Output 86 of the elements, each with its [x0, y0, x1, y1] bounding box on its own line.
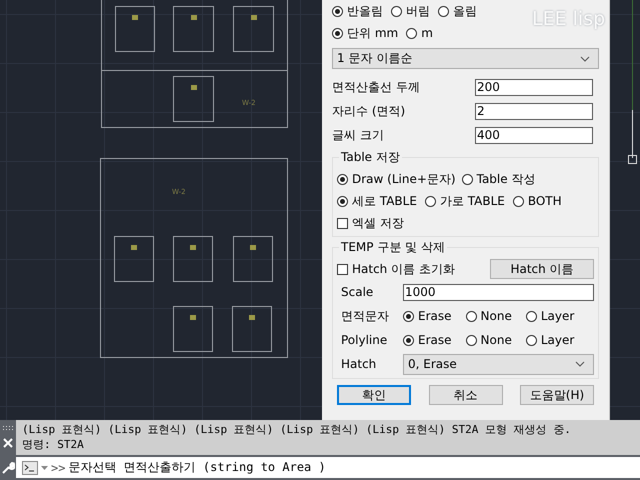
checkbox-label[interactable]: 엑셀 저장 — [352, 214, 404, 232]
radio-button[interactable] — [424, 196, 436, 206]
input-field[interactable]: 2 — [475, 102, 593, 120]
group-title: Table 저장 — [339, 149, 402, 166]
radio-label[interactable]: Erase — [418, 333, 452, 347]
radio-label[interactable]: Layer — [540, 333, 574, 347]
command-history-line: (Lisp 표현식) (Lisp 표현식) (Lisp 표현식) (Lisp 표현식) (Lisp 표현식) ST2A 모형 재생성 중. — [22, 422, 571, 437]
radio-button[interactable] — [391, 6, 402, 16]
radio-button[interactable] — [406, 28, 418, 38]
text-marker — [250, 245, 256, 250]
column-outline — [232, 306, 272, 352]
radio-button[interactable] — [526, 310, 537, 322]
radio-button[interactable] — [526, 334, 537, 346]
radio-label[interactable]: 세로 TABLE — [352, 192, 417, 210]
radio-button[interactable] — [337, 196, 348, 206]
radio-label[interactable]: Table 작성 — [476, 170, 536, 188]
text-marker — [249, 315, 255, 320]
terminal-icon[interactable] — [22, 460, 38, 474]
prompt-text: 문자선택 면적산출하기 (string to Area ) — [68, 459, 326, 476]
radio-button[interactable] — [403, 334, 414, 346]
text-marker — [190, 85, 196, 90]
radio-button[interactable] — [332, 6, 343, 16]
row-label: 면적문자 — [340, 308, 390, 324]
radio-label[interactable]: Layer — [540, 309, 574, 323]
radio-button[interactable] — [512, 196, 524, 206]
radio-button[interactable] — [337, 174, 348, 184]
radio-label[interactable]: 버림 — [406, 2, 430, 20]
field-label: 글씨 크기 — [332, 126, 385, 144]
radio-label[interactable]: 올림 — [453, 2, 477, 20]
field-label: Hatch — [340, 357, 378, 371]
chevron-down-icon — [580, 56, 590, 62]
column-outline — [173, 236, 213, 282]
field-label: Scale — [340, 285, 374, 299]
scale-field[interactable]: 1000 — [403, 284, 594, 300]
text-marker — [131, 245, 137, 250]
radio-label[interactable]: 가로 TABLE — [440, 192, 505, 210]
radio-button[interactable] — [466, 334, 477, 346]
radio-label[interactable]: BOTH — [528, 194, 562, 208]
wrench-icon[interactable] — [1, 460, 15, 474]
radio-label[interactable]: 반올림 — [347, 2, 383, 20]
radio-button[interactable] — [332, 28, 343, 38]
radio-label[interactable]: 단위 mm — [347, 24, 398, 42]
chevron-down-icon — [575, 361, 585, 367]
dialog-button[interactable]: 도움말(H) — [520, 385, 594, 405]
command-input[interactable]: >> 문자선택 면적산출하기 (string to Area ) — [16, 457, 640, 478]
prompt-marker: >> — [51, 460, 66, 474]
checkbox[interactable] — [337, 218, 348, 228]
row-label: Polyline — [340, 333, 388, 347]
text-marker — [190, 15, 196, 20]
text-marker — [250, 15, 256, 20]
text-marker — [190, 315, 196, 320]
close-icon[interactable] — [3, 438, 13, 448]
column-outline — [114, 236, 154, 282]
group-title: TEMP 구분 및 삭제 — [339, 239, 447, 256]
dialog-button[interactable]: 확인 — [337, 385, 411, 405]
column-outline — [115, 6, 155, 52]
radio-button[interactable] — [403, 310, 414, 322]
hatch-dropdown[interactable]: 0, Erase — [403, 354, 594, 374]
field-label: 면적산출선 두께 — [332, 78, 421, 96]
radio-label[interactable]: Draw (Line+문자) — [352, 170, 456, 188]
cursor-box-icon — [628, 155, 637, 164]
column-outline — [173, 306, 213, 352]
radio-button[interactable] — [466, 310, 477, 322]
text-marker — [190, 245, 196, 250]
sort-dropdown[interactable]: 1 문자 이름순 — [332, 48, 599, 69]
radio-label[interactable]: None — [480, 309, 512, 323]
field-label: 자리수 (면적) — [332, 102, 406, 120]
command-history-line: 명령: ST2A — [22, 437, 85, 452]
dialog-button[interactable]: 취소 — [428, 385, 502, 405]
radio-label[interactable]: Erase — [418, 309, 452, 323]
column-outline — [173, 76, 214, 122]
input-field[interactable]: 200 — [475, 78, 593, 96]
text-marker — [132, 15, 138, 20]
caret-icon[interactable] — [41, 466, 48, 470]
radio-button[interactable] — [462, 174, 473, 184]
checkbox[interactable] — [337, 264, 348, 274]
cursor-line — [632, 110, 633, 158]
column-outline — [233, 236, 273, 282]
hatch-name-button[interactable]: Hatch 이름 — [490, 259, 594, 279]
column-outline — [233, 6, 274, 52]
input-field[interactable]: 400 — [475, 126, 593, 144]
radio-button[interactable] — [438, 6, 449, 16]
radio-label[interactable]: None — [480, 333, 512, 347]
column-outline — [173, 6, 214, 52]
radio-label[interactable]: m — [421, 26, 433, 40]
checkbox-label[interactable]: Hatch 이름 초기화 — [352, 260, 455, 278]
